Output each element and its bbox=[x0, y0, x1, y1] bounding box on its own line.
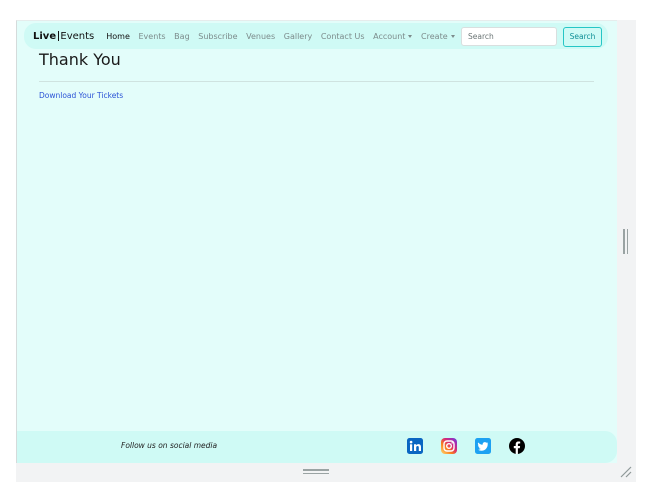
navbar: Live Events Home Events Bag Subscribe Ven… bbox=[24, 23, 608, 49]
footer: Follow us on social media bbox=[17, 431, 617, 463]
nav-link-subscribe[interactable]: Subscribe bbox=[198, 32, 237, 41]
divider bbox=[39, 81, 594, 82]
footer-social-text: Follow us on social media bbox=[121, 441, 218, 450]
nav-dropdown-account-label: Account bbox=[373, 31, 406, 41]
nav-link-contact-us[interactable]: Contact Us bbox=[321, 32, 365, 41]
nav-link-bag[interactable]: Bag bbox=[174, 32, 189, 41]
nav-links: Home Events Bag Subscribe Venues Gallery… bbox=[106, 32, 463, 41]
page-viewport: Live Events Home Events Bag Subscribe Ven… bbox=[16, 20, 617, 463]
nav-dropdown-create[interactable]: Create bbox=[421, 32, 455, 41]
brand-separator bbox=[58, 31, 60, 41]
horizontal-resize-handle[interactable] bbox=[303, 469, 329, 475]
vertical-resize-handle[interactable] bbox=[623, 229, 628, 254]
nav-dropdown-account[interactable]: Account bbox=[373, 31, 413, 41]
caret-down-icon bbox=[408, 34, 413, 38]
search-input[interactable] bbox=[461, 27, 557, 46]
page-title: Thank You bbox=[39, 50, 121, 69]
resize-grip-icon[interactable] bbox=[619, 465, 633, 479]
nav-dropdown-create-label: Create bbox=[421, 31, 448, 41]
facebook-icon[interactable] bbox=[509, 438, 525, 454]
download-tickets-link[interactable]: Download Your Tickets bbox=[39, 91, 123, 100]
caret-down-icon bbox=[450, 34, 455, 38]
nav-link-venues[interactable]: Venues bbox=[246, 32, 275, 41]
nav-link-home[interactable]: Home bbox=[106, 32, 130, 41]
nav-link-events[interactable]: Events bbox=[138, 32, 165, 41]
brand-events: Events bbox=[60, 30, 95, 42]
nav-link-gallery[interactable]: Gallery bbox=[284, 32, 313, 41]
instagram-icon[interactable] bbox=[441, 438, 457, 454]
search-button[interactable]: Search bbox=[563, 27, 602, 47]
brand-logo[interactable]: Live Events bbox=[33, 31, 94, 42]
linkedin-icon[interactable] bbox=[407, 438, 423, 454]
brand-live: Live bbox=[33, 30, 57, 42]
twitter-icon[interactable] bbox=[475, 438, 491, 454]
